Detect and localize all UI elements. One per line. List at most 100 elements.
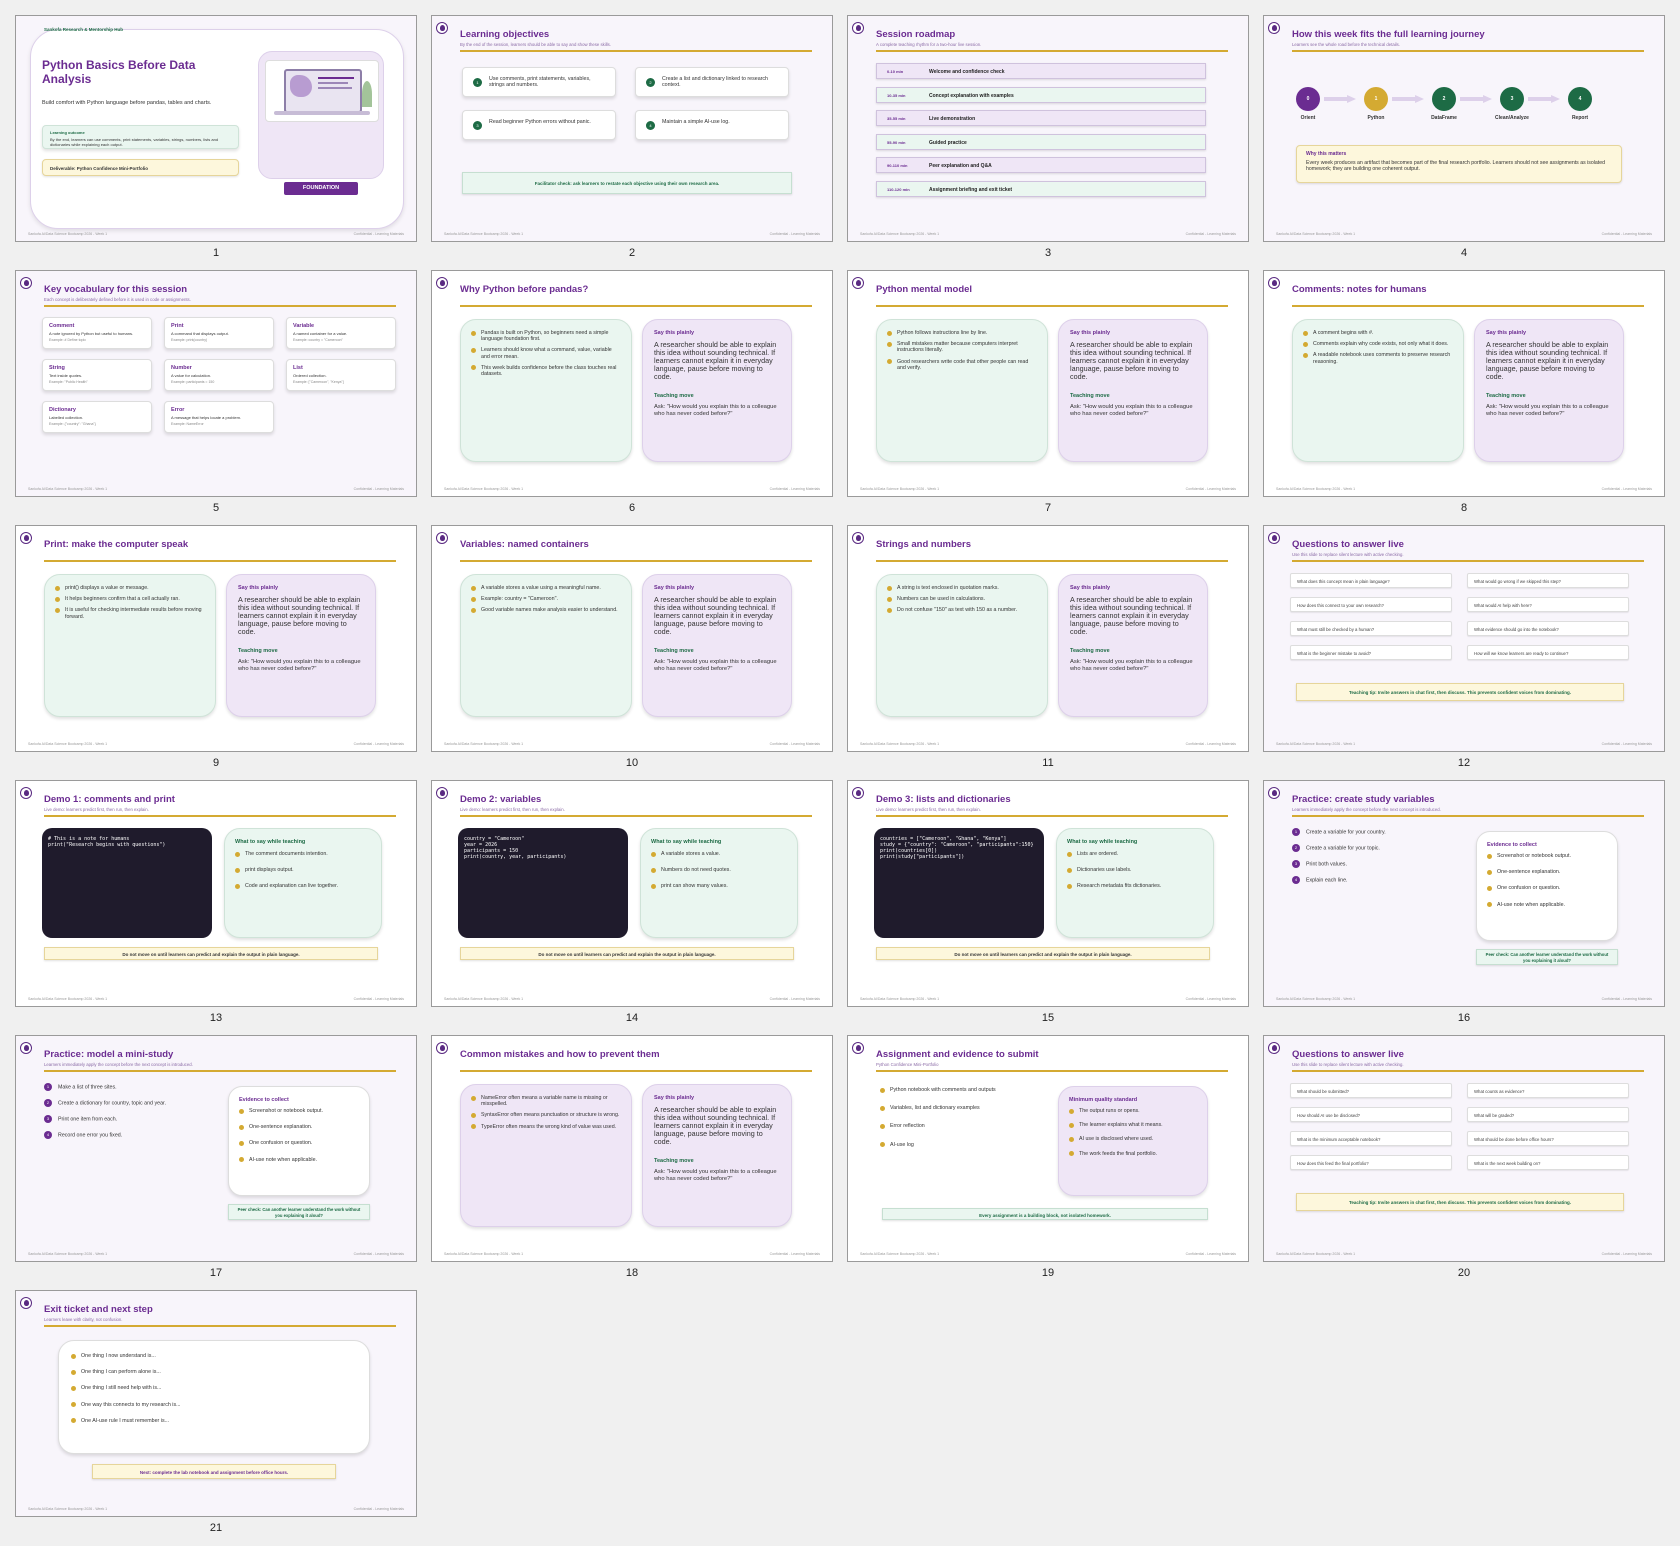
step-number: 4 (44, 1131, 52, 1139)
thumbnail-17[interactable]: Practice: model a mini-study Learners im… (15, 1035, 417, 1290)
gold-divider (1292, 50, 1644, 52)
footer-right: Confidential - Learning Materials (769, 742, 820, 746)
slide-title: Print: make the computer speak (44, 539, 189, 550)
journey-step: 0 (1296, 87, 1320, 111)
question-card: How will we know learners are ready to c… (1467, 645, 1629, 660)
practice-step: 1 Make a list of three sites. (44, 1083, 214, 1091)
thumbnail-16[interactable]: Practice: create study variables Learner… (1263, 780, 1665, 1035)
vocab-card: Print A command that displays output. Exam… (164, 317, 274, 349)
thumbnail-6[interactable]: Why Python before pandas? Pandas is buil… (431, 270, 833, 525)
thumbnail-9[interactable]: Print: make the computer speak print() d… (15, 525, 417, 780)
gold-divider (876, 50, 1228, 52)
journey-step: 2 (1432, 87, 1456, 111)
teaching-move-text: Ask: "How would you explain this to a co… (1070, 404, 1193, 417)
concept-card: Python follows instructions line by line… (876, 319, 1048, 462)
gold-divider (876, 560, 1228, 562)
bullet-item: One thing I still need help with is... (71, 1385, 357, 1391)
bullet-item: One thing I can perform alone is... (71, 1369, 357, 1375)
logo-icon (436, 22, 448, 34)
bullet-item: Good variable names make analysis easier… (471, 607, 621, 613)
journey-step: 3 (1500, 87, 1524, 111)
thumbnail-3[interactable]: Session roadmap A complete teaching rhyt… (847, 15, 1249, 270)
say-this-plainly-card: Say this plainly A researcher should be … (1058, 319, 1208, 462)
gold-divider (44, 305, 396, 307)
footer-left: Sankofa AI/Data Science Bootcamp 2026 - … (28, 742, 108, 746)
footer-right: Confidential - Learning Materials (353, 1507, 404, 1511)
footer-right: Confidential - Learning Materials (1185, 997, 1236, 1001)
bullet-item: AI-use note when applicable. (239, 1157, 359, 1163)
footer-right: Confidential - Learning Materials (353, 742, 404, 746)
vocab-definition: A note ignored by Python but useful to h… (49, 331, 134, 336)
step-text: Make a list of three sites. (58, 1084, 117, 1091)
exit-ticket-card: One thing I now understand is... One thi… (58, 1340, 370, 1454)
vocab-definition: Labelled collection. (49, 415, 84, 420)
thumbnail-11[interactable]: Strings and numbers A string is text enc… (847, 525, 1249, 780)
footer-right: Confidential - Learning Materials (1185, 487, 1236, 491)
arrow-right-icon (1392, 95, 1424, 103)
say-this-plainly-card: Say this plainly A researcher should be … (642, 574, 792, 717)
thumbnail-20[interactable]: Questions to answer live Use this slide … (1263, 1035, 1665, 1290)
vocab-example: Example: print(country) (171, 338, 208, 342)
teaching-move-heading: Teaching move (654, 648, 694, 654)
thumbnail-5[interactable]: Key vocabulary for this session Each con… (15, 270, 417, 525)
bullet-item: print can show many values. (651, 883, 787, 889)
say-this-plainly-card: Say this plainly A researcher should be … (1058, 574, 1208, 717)
bullet-item: AI-use note when applicable. (1487, 902, 1607, 908)
slide-5: Key vocabulary for this session Each con… (15, 270, 417, 497)
bullet-item: A variable stores a value using a meanin… (471, 585, 621, 591)
slide-title: Assignment and evidence to submit (876, 1049, 1039, 1060)
thumbnail-10[interactable]: Variables: named containers A variable s… (431, 525, 833, 780)
footer-right: Confidential - Learning Materials (1601, 1252, 1652, 1256)
thumbnail-4[interactable]: How this week fits the full learning jou… (1263, 15, 1665, 270)
bullet-item: Lists are ordered. (1067, 851, 1203, 857)
teaching-notes-card: What to say while teaching A variable st… (640, 828, 798, 938)
slide-19: Assignment and evidence to submit Python… (847, 1035, 1249, 1262)
bullet-item: The learner explains what it means. (1069, 1122, 1197, 1128)
question-card: What evidence should go into the noteboo… (1467, 621, 1629, 636)
step-text: Create a dictionary for country, topic a… (58, 1100, 166, 1107)
slide-title: How this week fits the full learning jou… (1292, 29, 1485, 40)
thumbnail-19[interactable]: Assignment and evidence to submit Python… (847, 1035, 1249, 1290)
footer-left: Sankofa AI/Data Science Bootcamp 2026 - … (28, 1252, 108, 1256)
deck-subtitle: Build comfort with Python language befor… (42, 100, 212, 106)
say-text: A researcher should be able to explain t… (654, 340, 777, 381)
roadmap-label: Welcome and confidence check (929, 68, 1005, 75)
thumbnail-18[interactable]: Common mistakes and how to prevent them … (431, 1035, 833, 1290)
footer-right: Confidential - Learning Materials (1185, 1252, 1236, 1256)
thumbnail-2[interactable]: Learning objectives By the end of the se… (431, 15, 833, 270)
vocab-card: Comment A note ignored by Python but usef… (42, 317, 152, 349)
thumbnail-21[interactable]: Exit ticket and next step Learners leave… (15, 1290, 417, 1545)
vocab-term: String (49, 365, 65, 371)
practice-step: 3 Print both values. (1292, 860, 1462, 868)
bullet-item: A comment begins with #. (1303, 330, 1453, 336)
say-heading: Say this plainly (1070, 330, 1111, 336)
slide-number: 21 (209, 1522, 223, 1534)
footer-left: Sankofa AI/Data Science Bootcamp 2026 - … (1276, 487, 1356, 491)
thumbnail-1[interactable]: Sankofa Research & Mentorship Hub Python… (15, 15, 417, 270)
thumbnail-15[interactable]: Demo 3: lists and dictionaries Live demo… (847, 780, 1249, 1035)
next-step-banner: Next: complete the lab notebook and assi… (92, 1464, 336, 1479)
step-text: Print one item from each. (58, 1116, 118, 1123)
slide-9: Print: make the computer speak print() d… (15, 525, 417, 752)
question-card: What does this concept mean in plain lan… (1290, 573, 1452, 588)
logo-icon (852, 532, 864, 544)
thumbnail-12[interactable]: Questions to answer live Use this slide … (1263, 525, 1665, 780)
thumbnail-7[interactable]: Python mental model Python follows instr… (847, 270, 1249, 525)
slide-1: Sankofa Research & Mentorship Hub Python… (15, 15, 417, 242)
evidence-heading: Evidence to collect (1487, 842, 1537, 848)
step-number: 2 (44, 1099, 52, 1107)
roadmap-row: 55-90 min Guided practice (876, 134, 1206, 150)
footer-right: Confidential - Learning Materials (1185, 232, 1236, 236)
slide-title: Session roadmap (876, 29, 956, 40)
slide-number: 20 (1457, 1267, 1471, 1279)
evidence-heading: Evidence to collect (239, 1097, 289, 1103)
logo-icon (20, 1297, 32, 1309)
slide-title: Demo 2: variables (460, 794, 542, 805)
thumbnail-13[interactable]: Demo 1: comments and print Live demo: le… (15, 780, 417, 1035)
gold-divider (876, 305, 1228, 307)
thumbnail-14[interactable]: Demo 2: variables Live demo: learners pr… (431, 780, 833, 1035)
outcome-text: By the end, learners can use comments, p… (50, 137, 219, 147)
thumbnail-8[interactable]: Comments: notes for humans A comment beg… (1263, 270, 1665, 525)
bullet-item: Python follows instructions line by line… (887, 330, 1037, 336)
bullet-item: Python notebook with comments and output… (880, 1087, 1040, 1093)
